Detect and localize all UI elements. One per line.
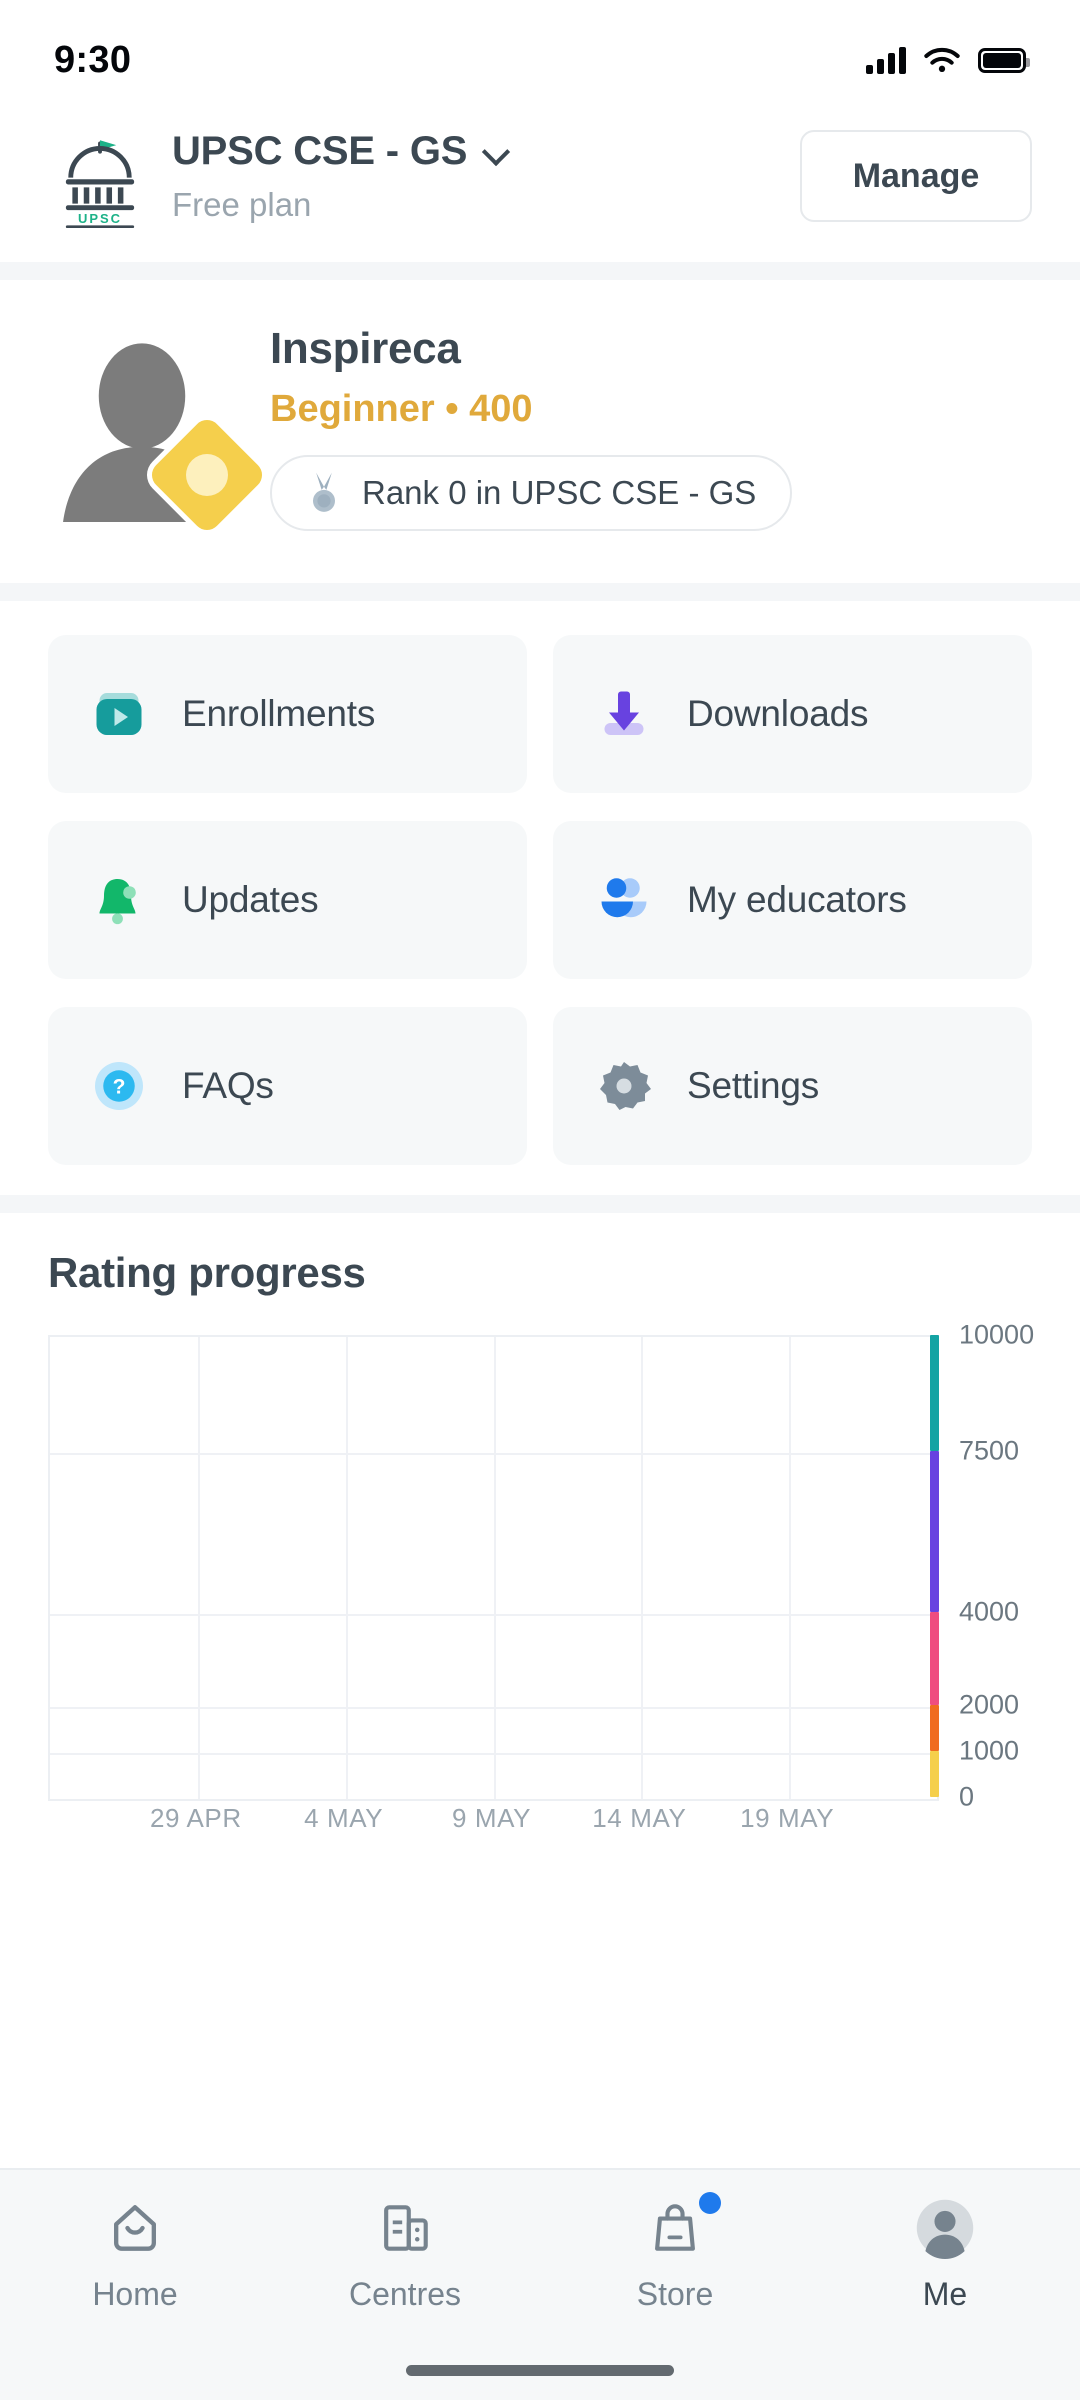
home-icon: [103, 2196, 167, 2260]
chart-plot-area: [48, 1335, 939, 1801]
download-arrow-icon: [591, 681, 657, 747]
user-level: Beginner • 400: [270, 388, 533, 430]
chart-gridline-vertical: [789, 1337, 792, 1799]
chart-x-tick-label: 9 MAY: [451, 1803, 532, 1833]
status-time: 9:30: [54, 38, 132, 81]
chart-gridline-vertical: [641, 1337, 644, 1799]
menu-label: FAQs: [182, 1065, 274, 1106]
bell-icon: [86, 867, 152, 933]
rank-text: Rank 0 in UPSC CSE - GS: [362, 474, 757, 511]
chart-gridline-horizontal: [50, 1452, 937, 1455]
rating-band-ace: [930, 1335, 939, 1451]
section-divider-3: [0, 1195, 1080, 1213]
course-title: UPSC CSE - GS: [172, 128, 468, 173]
nav-label: Home: [92, 2276, 178, 2312]
chart-gridline-horizontal: [50, 1614, 937, 1617]
user-name: Inspireca: [270, 324, 461, 373]
upsc-parliament-dome-logo: UPSC: [48, 124, 152, 228]
rating-band-beginner: [930, 1750, 939, 1797]
chart-y-tick-label: 10000: [959, 1319, 1035, 1350]
rating-progress-section: Rating progress 10000 7500 4000 2000 1000 0 29…: [0, 1213, 1080, 1833]
nav-label: Centres: [348, 2276, 462, 2312]
menu-label: My educators: [687, 879, 907, 920]
rating-band-intermediate: [930, 1704, 939, 1751]
rating-band-advanced: [930, 1612, 939, 1705]
home-indicator: [406, 2365, 674, 2376]
user-avatar-icon: [913, 2196, 977, 2260]
profile-section: Inspireca Beginner • 400 Rank 0 in UPSC …: [0, 280, 1080, 583]
chart-gridline-horizontal: [50, 1752, 937, 1755]
menu-section: Enrollments Downloads Updates My educato…: [0, 601, 1080, 1195]
chart-y-tick-label: 7500: [959, 1435, 1020, 1465]
store-badge-dot: [699, 2192, 721, 2214]
svg-text:?: ?: [113, 1076, 126, 1099]
section-divider-2: [0, 583, 1080, 601]
nav-item-store[interactable]: Store: [540, 2192, 810, 2313]
chevron-down-icon[interactable]: [483, 138, 509, 164]
course-selector[interactable]: UPSC CSE - GS Free plan: [172, 129, 800, 224]
nav-label: Me: [922, 2276, 968, 2312]
section-divider: [0, 262, 1080, 280]
menu-item-downloads[interactable]: Downloads: [553, 635, 1032, 793]
nav-item-me[interactable]: Me: [810, 2196, 1080, 2313]
question-mark-icon: ?: [86, 1053, 152, 1119]
gear-icon: [591, 1053, 657, 1119]
battery-full-icon: [978, 47, 1030, 73]
chart-y-tick-label: 1000: [959, 1735, 1020, 1766]
rating-band-expert: [930, 1450, 939, 1613]
profile-info: Inspireca Beginner • 400 Rank 0 in UPSC …: [270, 324, 1032, 531]
menu-item-updates[interactable]: Updates: [48, 821, 527, 979]
rating-progress-chart: 10000 7500 4000 2000 1000 0 29 APR 4 MAY 9 MAY 14…: [48, 1320, 1034, 1833]
app-screen: 9:30 UPSC UPSC CSE - GS Free plan Manage…: [0, 0, 1080, 2400]
logo-text: UPSC: [78, 211, 122, 226]
status-icons: [866, 45, 1030, 75]
plan-label: Free plan: [172, 185, 312, 223]
building-icon: [373, 2196, 437, 2260]
people-icon: [591, 867, 657, 933]
chart-gridline-vertical: [345, 1337, 348, 1799]
status-bar: 9:30: [0, 0, 1080, 96]
shopping-bag-icon: [643, 2192, 721, 2260]
avatar[interactable]: [48, 334, 268, 536]
menu-grid: Enrollments Downloads Updates My educato…: [48, 635, 1032, 1165]
menu-item-enrollments[interactable]: Enrollments: [48, 635, 527, 793]
menu-label: Settings: [687, 1065, 820, 1106]
rank-chip[interactable]: Rank 0 in UPSC CSE - GS: [270, 455, 793, 531]
chart-gridline-vertical: [493, 1337, 496, 1799]
chart-gridline-vertical: [197, 1337, 200, 1799]
course-header: UPSC UPSC CSE - GS Free plan Manage: [0, 96, 1080, 262]
wifi-icon: [924, 47, 960, 72]
chart-x-tick-label: 19 MAY: [740, 1803, 835, 1833]
chart-x-tick-label: 4 MAY: [304, 1803, 384, 1833]
menu-label: Downloads: [687, 693, 869, 734]
video-play-icon: [86, 681, 152, 747]
cellular-signal-icon: [866, 46, 906, 74]
menu-item-my-educators[interactable]: My educators: [553, 821, 1032, 979]
medal-icon: [313, 472, 335, 512]
nav-item-home[interactable]: Home: [0, 2196, 270, 2313]
menu-label: Enrollments: [182, 693, 376, 734]
chart-y-tick-label: 4000: [959, 1596, 1020, 1627]
menu-item-faqs[interactable]: ? FAQs: [48, 1007, 527, 1165]
chart-y-tick-label: 2000: [959, 1689, 1020, 1720]
menu-item-settings[interactable]: Settings: [553, 1007, 1032, 1165]
chart-y-tick-label: 0: [959, 1781, 975, 1812]
bottom-navigation: Home Centres Store Me: [0, 2168, 1080, 2400]
nav-item-centres[interactable]: Centres: [270, 2196, 540, 2313]
chart-title: Rating progress: [48, 1249, 366, 1296]
chart-gridline-horizontal: [50, 1706, 937, 1709]
nav-label: Store: [636, 2276, 714, 2312]
menu-label: Updates: [182, 879, 319, 920]
chart-x-tick-label: 29 APR: [149, 1803, 242, 1833]
chart-x-tick-label: 14 MAY: [592, 1803, 687, 1833]
manage-button[interactable]: Manage: [800, 130, 1032, 222]
